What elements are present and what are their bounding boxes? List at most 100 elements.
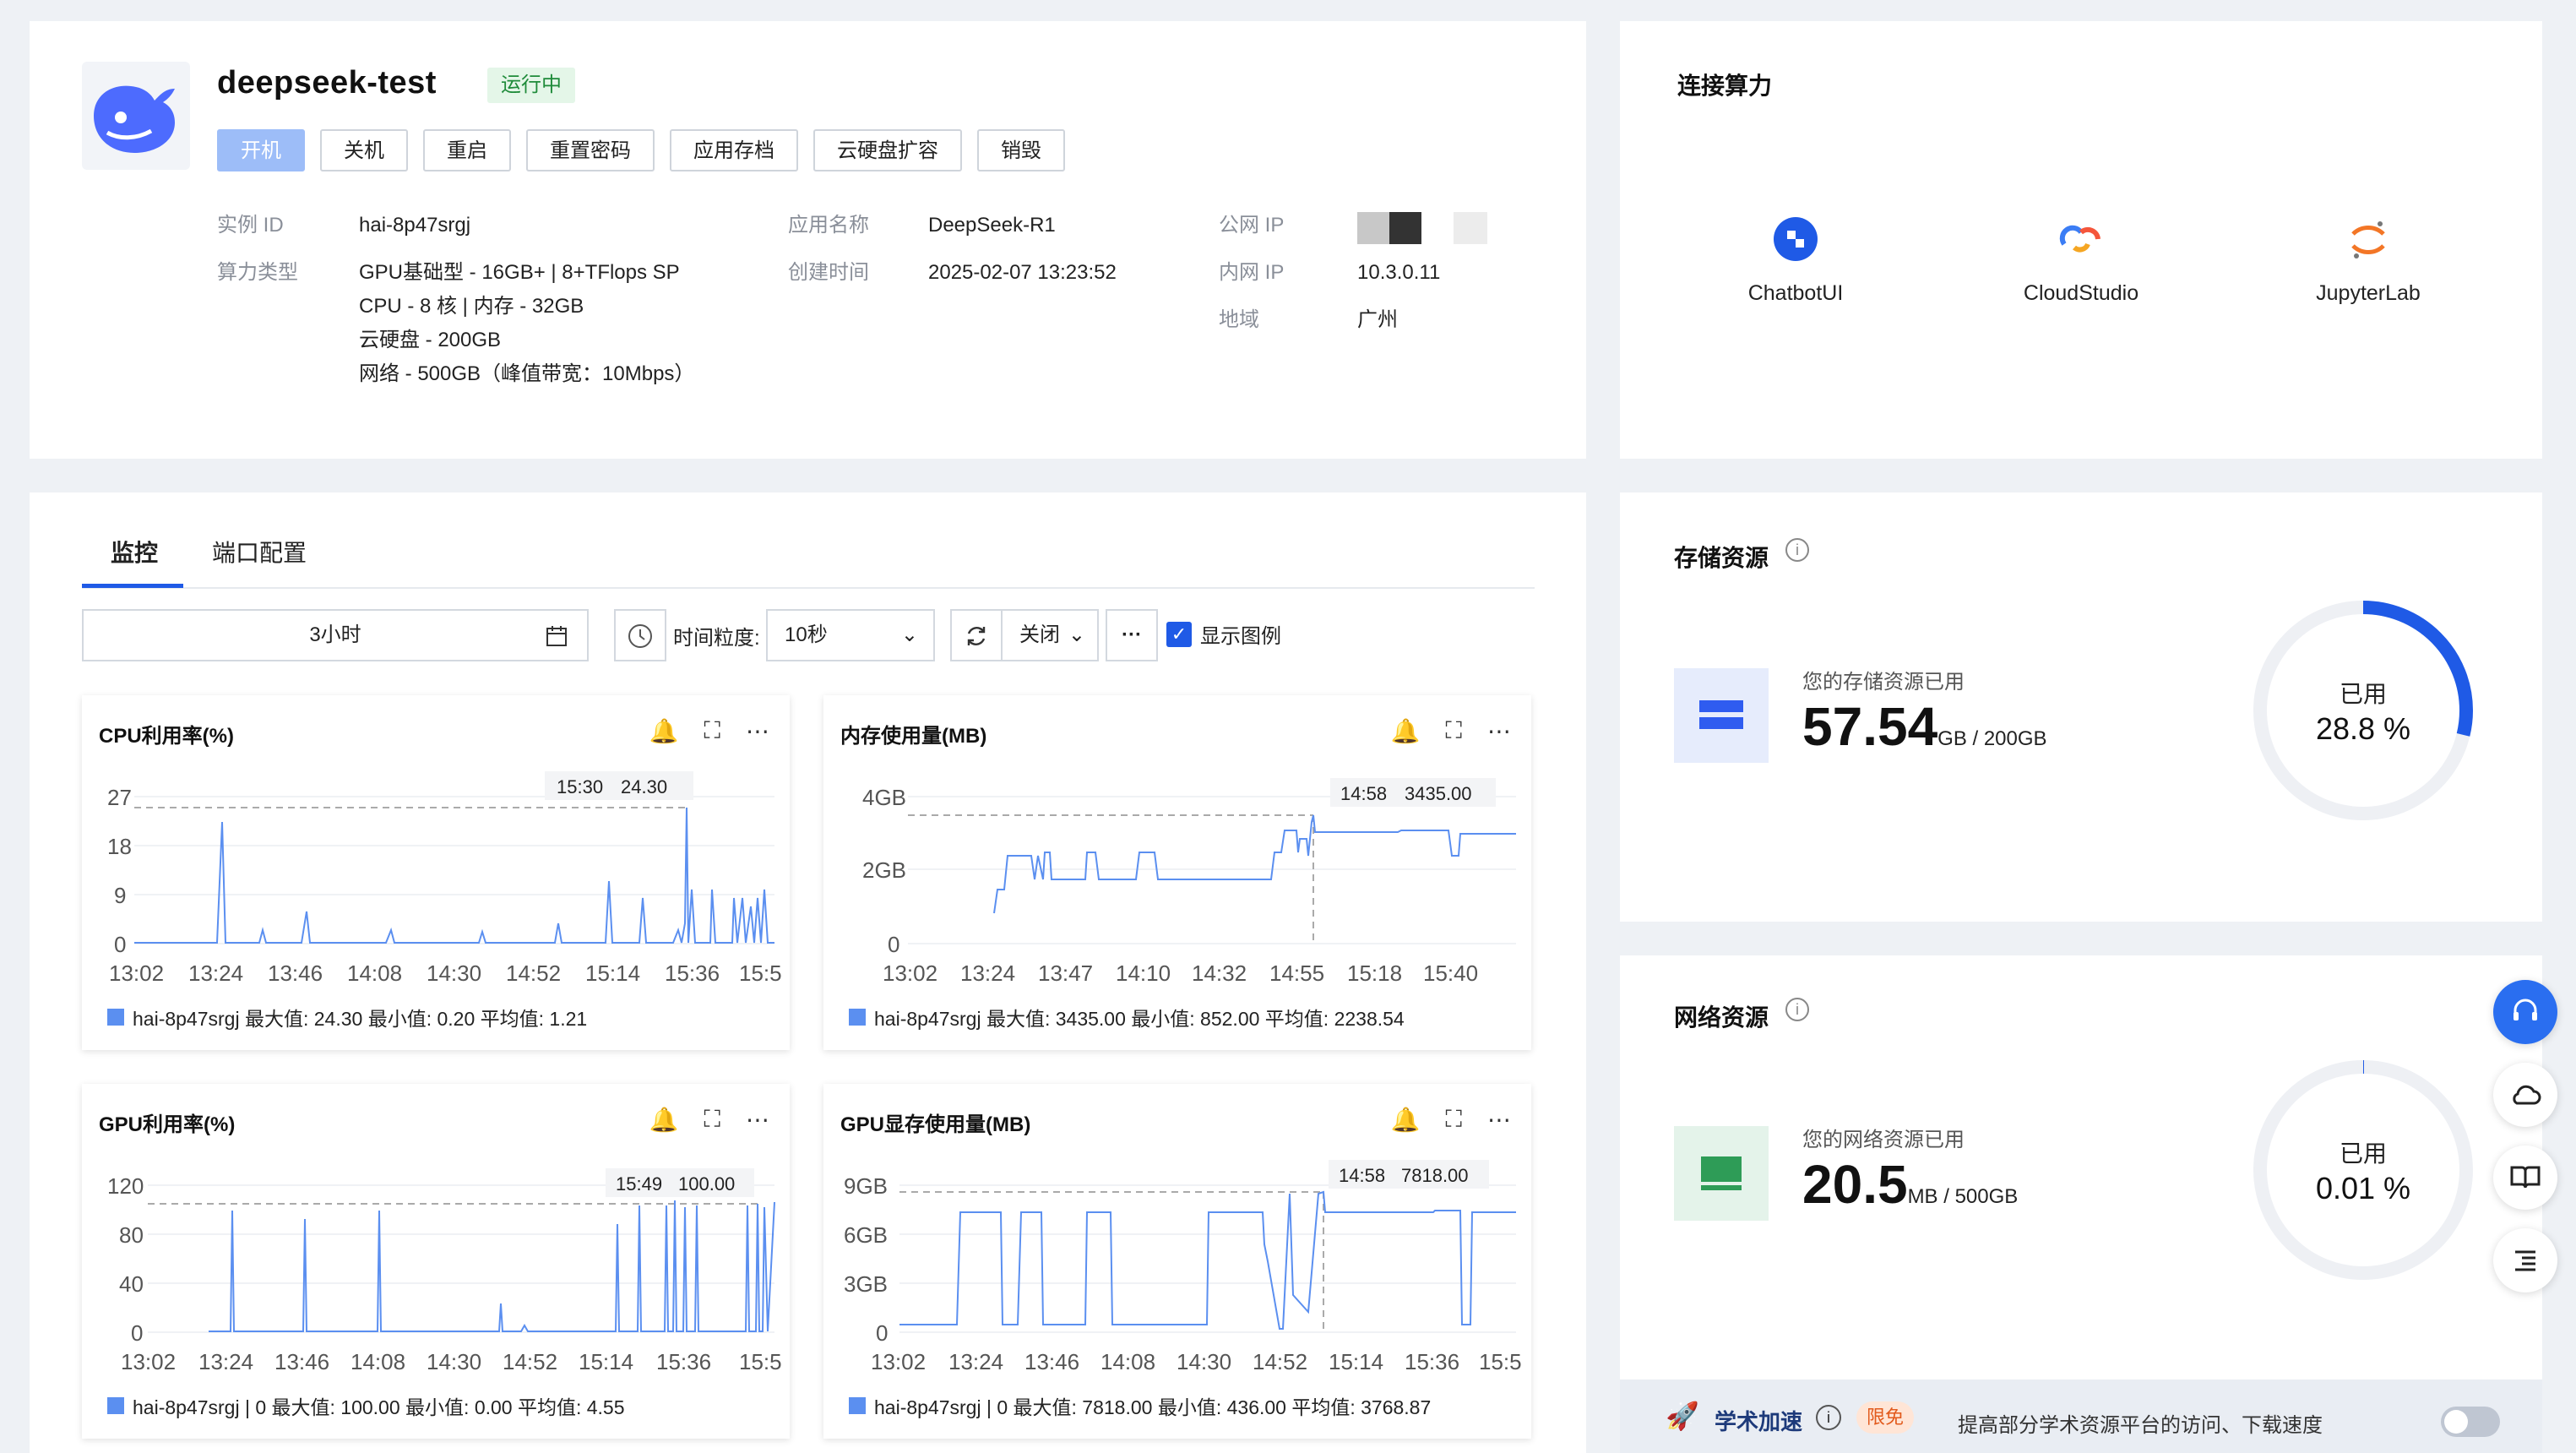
tooltip-value: 7818.00 [1401, 1165, 1469, 1186]
svg-text:15:18: 15:18 [1347, 961, 1402, 986]
more-icon[interactable]: ⋯ [1487, 717, 1511, 745]
svg-text:13:02: 13:02 [871, 1349, 926, 1374]
connect-title: 连接算力 [1677, 73, 1773, 99]
refresh-icon[interactable] [950, 609, 1003, 661]
legend-swatch [107, 1397, 124, 1414]
info-icon[interactable]: i [1816, 1405, 1841, 1430]
y-tick: 0 [114, 932, 126, 957]
svg-text:15:36: 15:36 [656, 1349, 711, 1374]
label-region: 地域 [1219, 308, 1259, 331]
auto-refresh-select[interactable]: 关闭 ⌄ [1001, 609, 1099, 661]
jupyter-icon [2345, 215, 2392, 263]
fullscreen-icon[interactable]: ⛶ [1445, 1106, 1462, 1134]
status-badge: 运行中 [487, 68, 575, 103]
app-label-chatbotui: ChatbotUI [1747, 281, 1844, 305]
more-icon[interactable]: ⋯ [746, 1106, 769, 1134]
gpu-util-chart-plot: 120 80 40 0 15:49 100.00 13:02 13:24 13:… [107, 1168, 782, 1374]
list-icon[interactable] [2493, 1228, 2557, 1292]
storage-used-label: 已用 [2340, 681, 2387, 707]
more-options-button[interactable]: ··· [1106, 609, 1158, 661]
chart-legend: hai-8p47srgj 最大值: 24.30 最小值: 0.20 平均值: 1… [107, 1003, 587, 1031]
storage-card: 存储资源 i 您的存储资源已用 57.54GB / 200GB 已用 28.8 … [1620, 492, 2542, 922]
svg-text:13:24: 13:24 [948, 1349, 1003, 1374]
chart-gpu-util: GPU利用率(%) 🔔 ⛶ ⋯ 120 80 40 0 15:49 100.00 1… [82, 1084, 790, 1439]
label-public-ip: 公网 IP [1219, 214, 1285, 237]
svg-text:13:02: 13:02 [121, 1349, 176, 1374]
bell-icon[interactable]: 🔔 [649, 717, 679, 745]
bell-icon[interactable]: 🔔 [1391, 717, 1421, 745]
storage-usage: 57.54GB / 200GB [1802, 695, 2047, 758]
y-tick: 40 [119, 1271, 144, 1297]
chart-title: GPU显存使用量(MB) [840, 1113, 1031, 1136]
chart-legend: hai-8p47srgj | 0 最大值: 100.00 最小值: 0.00 平… [107, 1391, 625, 1420]
legend-swatch [849, 1397, 866, 1414]
chart-title: 内存使用量(MB) [840, 725, 987, 748]
tooltip-time: 15:49 [616, 1173, 662, 1195]
disk-expand-button[interactable]: 云硬盘扩容 [813, 129, 962, 171]
chart-title: GPU利用率(%) [99, 1113, 236, 1136]
bell-icon[interactable]: 🔔 [649, 1106, 679, 1134]
reset-password-button[interactable]: 重置密码 [526, 129, 655, 171]
fullscreen-icon[interactable]: ⛶ [1445, 717, 1462, 745]
chart-legend: hai-8p47srgj 最大值: 3435.00 最小值: 852.00 平均… [849, 1003, 1405, 1031]
accel-title: 学术加速 [1715, 1409, 1803, 1434]
destroy-button[interactable]: 销毁 [977, 129, 1065, 171]
restart-button[interactable]: 重启 [423, 129, 511, 171]
app-label-jupyterlab: JupyterLab [2316, 281, 2421, 305]
chart-toolbar: 🔔 ⛶ ⋯ [1391, 1106, 1511, 1134]
calendar-icon [545, 611, 568, 660]
book-icon[interactable] [2493, 1146, 2557, 1210]
cloud-icon[interactable] [2493, 1063, 2557, 1127]
app-jupyterlab[interactable]: JupyterLab [2267, 215, 2470, 306]
info-icon[interactable]: i [1785, 998, 1809, 1021]
network-usage: 20.5MB / 500GB [1802, 1153, 2018, 1216]
value-type-disk: 云硬盘 - 200GB [359, 329, 502, 351]
granularity-select[interactable]: 10秒 ⌄ [766, 609, 935, 661]
auto-refresh-value: 关闭 [1019, 623, 1060, 646]
app-archive-button[interactable]: 应用存档 [670, 129, 798, 171]
app-cloudstudio[interactable]: CloudStudio [1980, 215, 2182, 306]
time-range-value: 3小时 [309, 623, 361, 646]
instance-name: deepseek-test [217, 65, 437, 101]
svg-text:13:24: 13:24 [960, 961, 1015, 986]
gpu-memory-chart-plot: 9GB 6GB 3GB 0 14:58 7818.00 13:02 13:24 … [844, 1160, 1522, 1374]
x-axis-labels: 13:02 13:24 13:46 14:08 14:30 14:52 15:1… [109, 961, 782, 986]
y-tick: 0 [876, 1320, 888, 1346]
y-tick: 2GB [862, 857, 906, 883]
svg-text:15:36: 15:36 [1405, 1349, 1459, 1374]
label-instance-id: 实例 ID [217, 214, 284, 237]
power-on-button[interactable]: 开机 [217, 129, 305, 171]
tab-monitor[interactable]: 监控 [111, 535, 158, 569]
svg-text:13:24: 13:24 [198, 1349, 253, 1374]
y-tick: 9 [114, 883, 126, 908]
svg-text:14:52: 14:52 [503, 1349, 557, 1374]
fullscreen-icon[interactable]: ⛶ [704, 717, 720, 745]
more-icon[interactable]: ⋯ [1487, 1106, 1511, 1134]
cloudstudio-icon [2057, 215, 2105, 263]
y-tick: 120 [107, 1173, 144, 1199]
tooltip-value: 3435.00 [1405, 783, 1472, 804]
svg-text:14:08: 14:08 [347, 961, 402, 986]
academic-accel-bar: 🚀 学术加速 i 限免 提高部分学术资源平台的访问、下载速度 [1620, 1380, 2542, 1453]
accel-toggle[interactable] [2441, 1407, 2500, 1437]
more-icon[interactable]: ⋯ [746, 717, 769, 745]
info-icon[interactable]: i [1785, 538, 1809, 562]
clock-icon[interactable] [614, 609, 666, 661]
y-tick: 27 [107, 785, 132, 810]
chevron-down-icon: ⌄ [1068, 623, 1085, 646]
value-type-cpu: CPU - 8 核 | 内存 - 32GB [359, 295, 584, 318]
show-legend-checkbox[interactable]: ✓ 显示图例 [1166, 619, 1281, 649]
legend-swatch [107, 1009, 124, 1026]
y-tick: 3GB [844, 1271, 888, 1297]
support-headset-icon[interactable] [2493, 980, 2557, 1044]
bell-icon[interactable]: 🔔 [1391, 1106, 1421, 1134]
chart-memory: 内存使用量(MB) 🔔 ⛶ ⋯ 4GB 2GB 0 14:58 3435.00 13… [823, 695, 1531, 1050]
time-range-picker[interactable]: 3小时 [82, 609, 589, 661]
power-off-button[interactable]: 关机 [320, 129, 408, 171]
fullscreen-icon[interactable]: ⛶ [704, 1106, 720, 1134]
app-chatbotui[interactable]: ChatbotUI [1694, 215, 1897, 306]
label-private-ip: 内网 IP [1219, 261, 1285, 284]
tab-port-config[interactable]: 端口配置 [212, 535, 307, 569]
legend-swatch [849, 1009, 866, 1026]
x-axis-labels: 13:02 13:24 13:47 14:10 14:32 14:55 15:1… [883, 961, 1478, 986]
